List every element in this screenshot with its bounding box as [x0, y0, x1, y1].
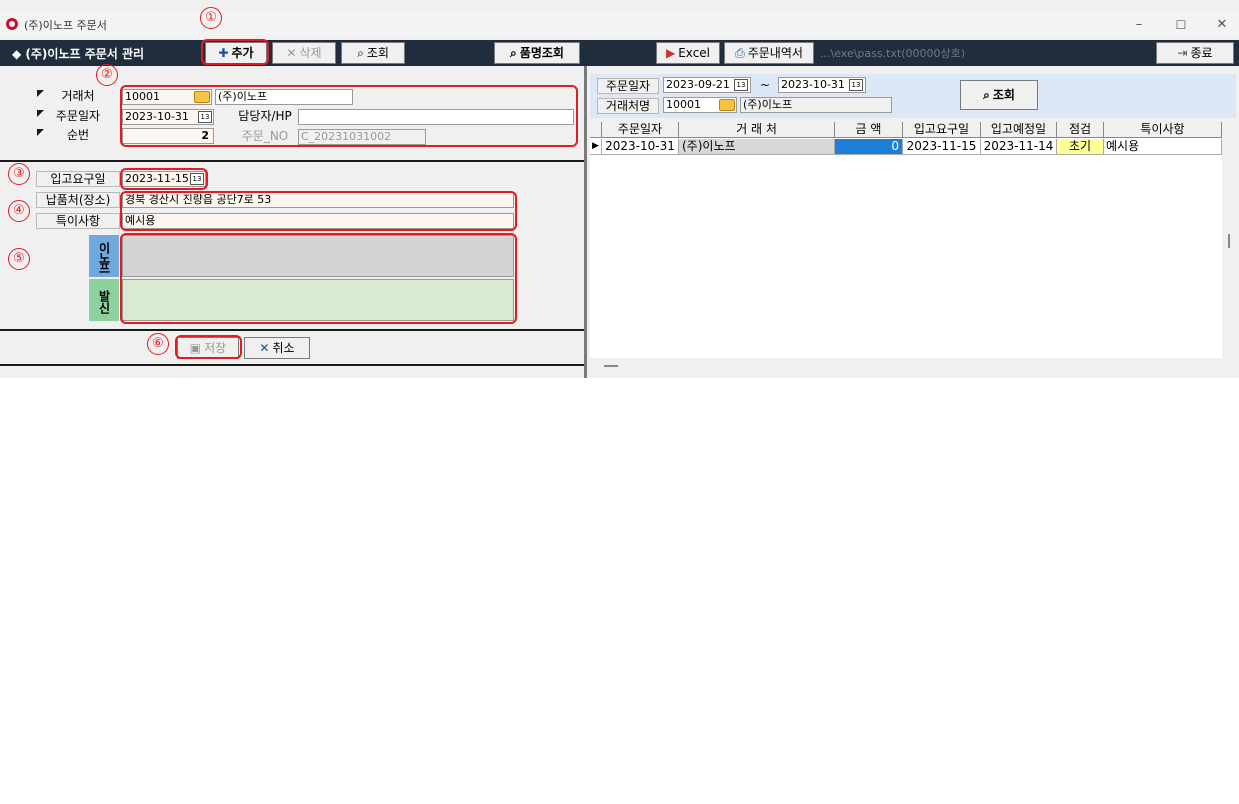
seq-label: 순번 — [66, 128, 90, 142]
delivery-label: 납품처(장소) — [36, 192, 120, 208]
row-indicator-header — [590, 122, 602, 138]
table-cell[interactable]: (주)이노프 — [679, 139, 835, 155]
folder-icon[interactable] — [719, 99, 735, 111]
column-header[interactable]: 거 래 처 — [679, 122, 835, 138]
table-cell[interactable]: 2023-11-14 — [981, 139, 1057, 155]
divider — [0, 364, 584, 366]
annotation-box-4 — [120, 191, 517, 231]
column-header[interactable]: 주문일자 — [602, 122, 679, 138]
cancel-button[interactable]: ✕ 취소 — [244, 337, 310, 359]
annotation-number-3: ③ — [8, 163, 30, 185]
magnifier-icon: ⌕ — [510, 46, 517, 60]
app-logo-icon — [6, 18, 18, 30]
annotation-number-1: ① — [200, 7, 222, 29]
maximize-button[interactable]: ☐ — [1166, 15, 1196, 35]
annotation-box-6 — [175, 335, 242, 359]
vertical-scrollbar-thumb[interactable] — [1228, 234, 1230, 248]
calendar-icon[interactable]: 13 — [849, 79, 863, 91]
annotation-number-5: ⑤ — [8, 248, 30, 270]
horizontal-scrollbar-thumb[interactable] — [604, 365, 618, 367]
filter-order-date-label: 주문일자 — [597, 78, 659, 94]
search-button[interactable]: ⌕ 조회 — [341, 42, 405, 64]
order-date-label: 주문일자 — [55, 109, 101, 123]
magnifier-icon: ⌕ — [983, 88, 990, 102]
annotation-number-4: ④ — [8, 200, 30, 222]
close-window-button[interactable]: ✕ — [1207, 15, 1237, 35]
column-header[interactable]: 입고예정일 — [981, 122, 1057, 138]
orders-grid: 주문일자 거 래 처 금 액 입고요구일 입고예정일 점검 특이사항 ▶ 202… — [590, 122, 1222, 358]
annotation-number-2: ② — [96, 64, 118, 86]
section-title: ◆ (주)이노프 주문서 관리 — [12, 47, 145, 61]
excel-button[interactable]: ▶ Excel — [656, 42, 720, 64]
minimize-button[interactable]: – — [1124, 15, 1154, 35]
main-toolbar: ◆ (주)이노프 주문서 관리 ✚ 추가 ✕ 삭제 ⌕ 조회 ⌕ 품명조회 ▶ Excel… — [0, 40, 1239, 66]
exit-door-icon: ⇥ — [1177, 46, 1188, 60]
column-header[interactable]: 특이사항 — [1104, 122, 1222, 138]
current-row-arrow-icon: ▶ — [590, 139, 602, 155]
innof-tab[interactable]: 이노프 — [89, 235, 119, 277]
annotation-box-2 — [120, 85, 578, 147]
arrival-date-label: 입고요구일 — [36, 171, 120, 187]
annotation-box-5 — [120, 233, 517, 324]
table-cell[interactable]: 0 — [835, 139, 903, 155]
column-header[interactable]: 금 액 — [835, 122, 903, 138]
magnifier-icon: ⌕ — [357, 46, 364, 60]
order-history-button[interactable]: ⎙ 주문내역서 — [724, 42, 814, 64]
filter-client-name-field: (주)이노프 — [740, 97, 892, 113]
column-header[interactable]: 입고요구일 — [903, 122, 981, 138]
filter-client-label: 거래처명 — [597, 98, 659, 114]
notes-label: 특이사항 — [36, 213, 120, 229]
filter-search-button[interactable]: ⌕ 조회 — [960, 80, 1038, 110]
calendar-icon[interactable]: 13 — [734, 79, 748, 91]
file-path-text: ...\exe\pass.txt(00000상호) — [820, 47, 966, 60]
table-cell[interactable]: 2023-11-15 — [903, 139, 981, 155]
x-icon: ✕ — [259, 341, 270, 355]
delete-button[interactable]: ✕ 삭제 — [272, 42, 336, 64]
printer-icon: ⎙ — [735, 46, 745, 60]
annotation-number-6: ⑥ — [147, 333, 169, 355]
annotation-box-1 — [201, 39, 269, 65]
exit-button[interactable]: ⇥ 종료 — [1156, 42, 1234, 64]
divider — [0, 329, 584, 331]
window-title: (주)이노프 주문서 — [24, 19, 107, 32]
x-icon: ✕ — [286, 46, 297, 60]
client-label: 거래처 — [61, 89, 95, 103]
annotation-box-3 — [120, 168, 208, 190]
table-cell[interactable]: 초기 — [1057, 139, 1104, 155]
column-header[interactable]: 점검 — [1057, 122, 1104, 138]
item-search-button[interactable]: ⌕ 품명조회 — [494, 42, 580, 64]
divider — [0, 160, 584, 162]
send-tab[interactable]: 발신 — [89, 279, 119, 321]
application-window: (주)이노프 주문서 – ☐ ✕ ◆ (주)이노프 주문서 관리 ✚ 추가 ✕ 삭제… — [0, 0, 1239, 378]
table-cell[interactable]: 2023-10-31 — [602, 139, 679, 155]
title-bar: (주)이노프 주문서 – ☐ ✕ — [0, 10, 1239, 38]
table-cell[interactable]: 예시용 — [1104, 139, 1222, 155]
export-icon: ▶ — [665, 46, 676, 60]
date-range-separator: ~ — [760, 78, 771, 92]
